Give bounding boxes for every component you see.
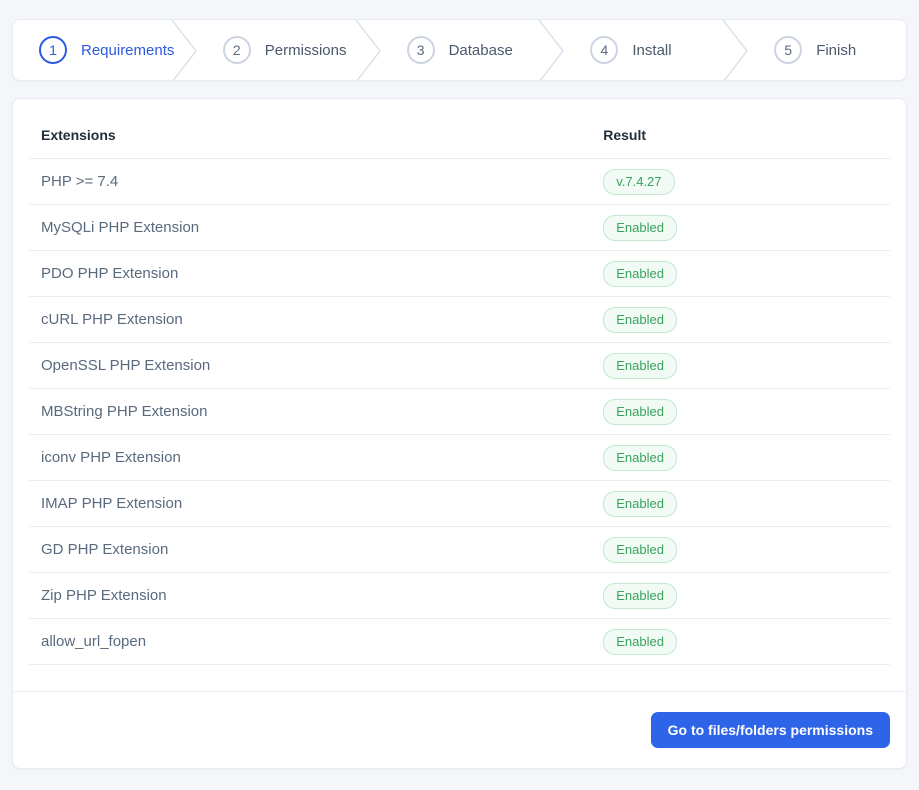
chevron-separator-icon bbox=[538, 20, 565, 80]
step-label: Finish bbox=[816, 41, 857, 59]
status-badge: v.7.4.27 bbox=[603, 168, 675, 195]
status-badge: Enabled bbox=[603, 536, 677, 563]
status-badge: Enabled bbox=[603, 628, 677, 655]
status-badge: Enabled bbox=[603, 398, 677, 425]
step-install: 4 Install bbox=[564, 20, 722, 80]
extension-name: MBString PHP Extension bbox=[29, 388, 592, 435]
step-number-circle: 5 bbox=[774, 36, 803, 64]
extension-name: MySQLi PHP Extension bbox=[29, 204, 592, 251]
status-badge: Enabled bbox=[603, 444, 677, 471]
step-number-circle: 3 bbox=[406, 36, 435, 64]
extension-name: PHP >= 7.4 bbox=[29, 158, 592, 205]
extension-name: OpenSSL PHP Extension bbox=[29, 342, 592, 389]
status-badge: Enabled bbox=[603, 306, 677, 333]
requirements-table: Extensions Result PHP >= 7.4 v.7.4.27 My… bbox=[29, 107, 890, 665]
table-row: IMAP PHP Extension Enabled bbox=[29, 480, 890, 527]
table-row: MySQLi PHP Extension Enabled bbox=[29, 204, 890, 251]
table-row: MBString PHP Extension Enabled bbox=[29, 388, 890, 435]
table-row: cURL PHP Extension Enabled bbox=[29, 296, 890, 343]
installer-page: 1 Requirements 2 Permissions 3 Database … bbox=[0, 0, 919, 769]
requirements-card-body: Extensions Result PHP >= 7.4 v.7.4.27 My… bbox=[13, 99, 906, 691]
table-row: PDO PHP Extension Enabled bbox=[29, 250, 890, 297]
status-badge: Enabled bbox=[603, 582, 677, 609]
step-number-circle: 4 bbox=[590, 36, 619, 64]
step-label: Database bbox=[448, 41, 513, 59]
extension-name: cURL PHP Extension bbox=[29, 296, 592, 343]
status-badge: Enabled bbox=[603, 352, 677, 379]
extension-name: GD PHP Extension bbox=[29, 526, 592, 573]
table-row: allow_url_fopen Enabled bbox=[29, 618, 890, 665]
column-header-result: Result bbox=[591, 107, 890, 159]
table-row: iconv PHP Extension Enabled bbox=[29, 434, 890, 481]
step-label: Requirements bbox=[81, 41, 175, 59]
step-label: Install bbox=[632, 41, 672, 59]
chevron-separator-icon bbox=[722, 20, 749, 80]
status-badge: Enabled bbox=[603, 214, 677, 241]
step-database: 3 Database bbox=[381, 20, 539, 80]
go-to-permissions-button[interactable]: Go to files/folders permissions bbox=[650, 712, 890, 748]
step-requirements: 1 Requirements bbox=[13, 20, 175, 80]
table-row: Zip PHP Extension Enabled bbox=[29, 572, 890, 619]
requirements-card: Extensions Result PHP >= 7.4 v.7.4.27 My… bbox=[12, 98, 907, 769]
table-row: OpenSSL PHP Extension Enabled bbox=[29, 342, 890, 389]
column-header-extensions: Extensions bbox=[29, 107, 592, 159]
chevron-separator-icon bbox=[355, 20, 381, 80]
step-number-circle: 1 bbox=[39, 36, 67, 64]
chevron-separator-icon bbox=[171, 20, 197, 80]
status-badge: Enabled bbox=[603, 260, 677, 287]
status-badge: Enabled bbox=[603, 490, 677, 517]
step-permissions: 2 Permissions bbox=[197, 20, 355, 80]
table-row: PHP >= 7.4 v.7.4.27 bbox=[29, 158, 890, 205]
extension-name: PDO PHP Extension bbox=[29, 250, 592, 297]
extension-name: iconv PHP Extension bbox=[29, 434, 592, 481]
extension-name: IMAP PHP Extension bbox=[29, 480, 592, 527]
table-row: GD PHP Extension Enabled bbox=[29, 526, 890, 573]
table-header-row: Extensions Result bbox=[29, 107, 890, 159]
step-number-circle: 2 bbox=[222, 36, 251, 64]
extension-name: Zip PHP Extension bbox=[29, 572, 592, 619]
wizard-stepper: 1 Requirements 2 Permissions 3 Database … bbox=[12, 19, 907, 81]
step-label: Permissions bbox=[264, 41, 347, 59]
step-finish: 5 Finish bbox=[748, 20, 906, 80]
extension-name: allow_url_fopen bbox=[29, 618, 592, 665]
card-footer: Go to files/folders permissions bbox=[13, 691, 906, 768]
